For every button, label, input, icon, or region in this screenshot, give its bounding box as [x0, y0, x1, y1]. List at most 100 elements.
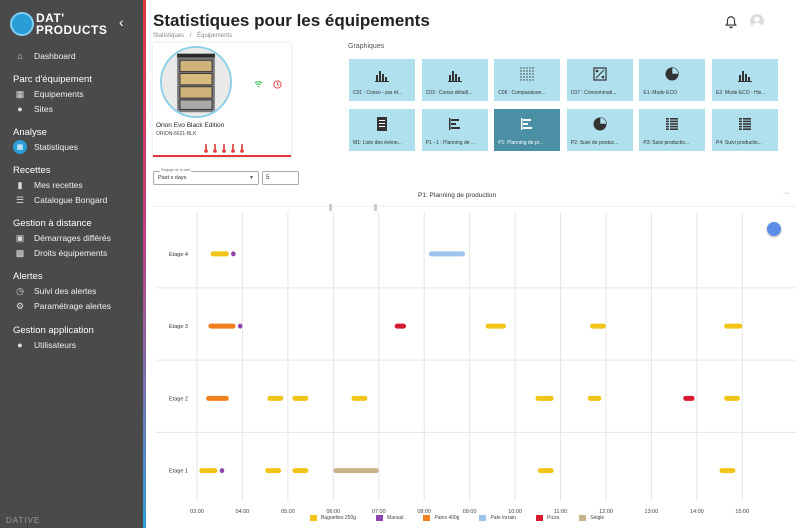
row-label: Etage 2: [169, 396, 188, 402]
user-avatar[interactable]: [750, 14, 764, 28]
dat-products-logo[interactable]: DAT' PRODUCTS: [10, 10, 110, 38]
graph-tile[interactable]: P2: Suivi de produc...: [566, 109, 633, 151]
sidebar-item-parametrage-alertes[interactable]: ⚙ Paramétrage alertes: [13, 298, 111, 314]
graph-tile[interactable]: M1: Liste des évène...: [349, 109, 415, 151]
planning-bar: [231, 251, 236, 257]
legend-item[interactable]: Pate lorrain: [479, 515, 516, 521]
thermometer-icon: [240, 144, 244, 153]
x-tick-label: 04:00: [236, 509, 250, 515]
legend-swatch: [310, 515, 317, 521]
map-pin-icon: ●: [17, 104, 23, 114]
collapse-sidebar-button[interactable]: ‹: [119, 15, 131, 31]
graph-tile[interactable]: C01 : Conso - par ét...: [349, 59, 415, 101]
period-select[interactable]: Réglage de la date Past x days ▼: [153, 168, 259, 185]
grid-icon: ▦: [15, 88, 25, 99]
sidebar-item-demarrages-differes[interactable]: ▣ Démarrages différés: [13, 230, 111, 246]
legend-item[interactable]: Manual: [376, 515, 403, 521]
zoom-handle-right[interactable]: [374, 204, 377, 211]
graph-tile[interactable]: C06 : Comparaison...: [494, 59, 561, 101]
legend-label: Pizza: [547, 515, 560, 521]
thermometer-icon: [213, 144, 217, 153]
sidebar-item-suivi-alertes[interactable]: ◷ Suivi des alertes: [13, 283, 96, 299]
planning-bar: [683, 395, 695, 401]
logo-text: DAT' PRODUCTS: [36, 11, 108, 37]
oven-image: [160, 46, 232, 118]
device-card[interactable]: Orion Evo Black Edition ORION-6621-BLK: [153, 43, 291, 157]
graph-tile-label: P4: Suivi productio...: [716, 140, 762, 146]
graph-tile[interactable]: P1: Planning de pr...: [494, 109, 561, 151]
sidebar-item-statistiques[interactable]: ▦ Statistiques: [13, 139, 78, 155]
sidebar-item-label: Démarrages différés: [34, 233, 111, 243]
graph-tile[interactable]: P1 - 1 : Planning de ...: [421, 109, 488, 151]
graph-tile[interactable]: C07 : Consommati...: [566, 59, 633, 101]
pie-chart-icon: [593, 117, 607, 131]
legend-label: Seigle: [590, 515, 605, 521]
section-gestion-distance: Gestion à distance: [13, 218, 92, 229]
chart-menu-icon[interactable]: ···: [783, 190, 790, 197]
graph-tile[interactable]: C03 : Conso détaill...: [421, 59, 488, 101]
legend-item[interactable]: Pains 400g: [423, 515, 459, 521]
bar-chart-icon: ▦: [13, 140, 27, 154]
sidebar-item-label: Sites: [34, 104, 53, 114]
home-icon: ⌂: [17, 51, 23, 61]
planning-bar: [206, 395, 229, 401]
sidebar-item-utilisateurs[interactable]: ● Utilisateurs: [13, 337, 76, 353]
device-code: ORION-6621-BLK: [156, 131, 197, 137]
zoom-handle-left[interactable]: [329, 204, 332, 211]
sidebar-item-dashboard[interactable]: ⌂ Dashboard: [13, 48, 75, 64]
sidebar-item-label: Droits équipements: [34, 248, 108, 258]
row-label: Etage 4: [169, 252, 188, 258]
breadcrumb-item-equipements[interactable]: Équipements: [197, 33, 232, 39]
planning-bar: [267, 395, 284, 401]
sidebar-item-label: Statistiques: [34, 142, 78, 152]
main-content: Statistiques pour les équipements Statis…: [146, 0, 800, 528]
graph-tile[interactable]: E2: Mode ECO - His...: [712, 59, 778, 101]
graph-tile[interactable]: P3: Suivi productio...: [639, 109, 706, 151]
planning-bar: [292, 395, 309, 401]
page-title: Statistiques pour les équipements: [153, 11, 430, 30]
sidebar-item-mes-recettes[interactable]: ▮ Mes recettes: [13, 177, 83, 193]
section-recettes: Recettes: [13, 165, 51, 176]
graph-tile-label: M1: Liste des évène...: [353, 140, 402, 146]
chart-title: P1: Planning de production: [418, 192, 497, 199]
sidebar-item-catalogue-bongard[interactable]: ☰ Catalogue Bongard: [13, 192, 107, 208]
notification-bell-icon[interactable]: [724, 15, 738, 29]
legend-swatch: [579, 515, 587, 521]
pie-chart-icon: [665, 67, 680, 81]
chart-divider: [153, 206, 795, 207]
breadcrumb: Statistiques / Équipements: [153, 33, 232, 39]
legend-item[interactable]: Seigle: [579, 515, 604, 521]
chart-legend: Baguettes 250g Manual Pains 400g Pate lorra…: [310, 515, 624, 521]
graph-tile-label: P1 - 1 : Planning de ...: [425, 140, 476, 146]
legend-item[interactable]: Pizza: [536, 515, 559, 521]
planning-bar: [219, 468, 225, 474]
sidebar-item-equipements[interactable]: ▦ Equipements: [13, 86, 84, 102]
legend-item[interactable]: Baguettes 250g: [310, 515, 356, 521]
x-tick-label: 05:00: [281, 509, 295, 515]
logo-badge-icon: [10, 12, 34, 36]
graph-tile[interactable]: P4: Suivi productio...: [712, 109, 778, 151]
planning-bar: [428, 251, 466, 257]
period-select-caption: Réglage de la date: [160, 168, 192, 172]
graph-tile[interactable]: E1: Mode ECO: [639, 59, 706, 101]
sidebar: DAT' PRODUCTS ‹ ⌂ Dashboard Parc d'équip…: [0, 0, 143, 528]
legend-swatch: [536, 515, 544, 521]
chart-action-button[interactable]: [767, 222, 781, 236]
legend-label: Baguettes 250g: [321, 515, 357, 521]
days-input[interactable]: 5: [262, 171, 299, 185]
legend-swatch: [376, 515, 384, 521]
graph-tile-label: P1: Planning de pr...: [498, 140, 544, 146]
sidebar-item-label: Suivi des alertes: [34, 286, 97, 296]
section-parc-equipement: Parc d'équipement: [13, 74, 92, 85]
sidebar-item-sites[interactable]: ● Sites: [13, 101, 53, 117]
graph-tile-label: P2: Suivi de produc...: [570, 140, 619, 146]
temperature-indicators: [203, 144, 245, 153]
row-label: Etage 1: [169, 469, 188, 475]
planning-bar: [719, 468, 736, 474]
graph-tile-label: C01 : Conso - par ét...: [353, 90, 403, 96]
alert-clock-icon[interactable]: [273, 80, 282, 89]
thermometer-icon: [231, 144, 235, 153]
planning-bar: [485, 323, 506, 329]
breadcrumb-item-statistiques[interactable]: Statistiques: [153, 33, 184, 39]
sidebar-item-droits-equipements[interactable]: ▩ Droits équipements: [13, 245, 108, 261]
